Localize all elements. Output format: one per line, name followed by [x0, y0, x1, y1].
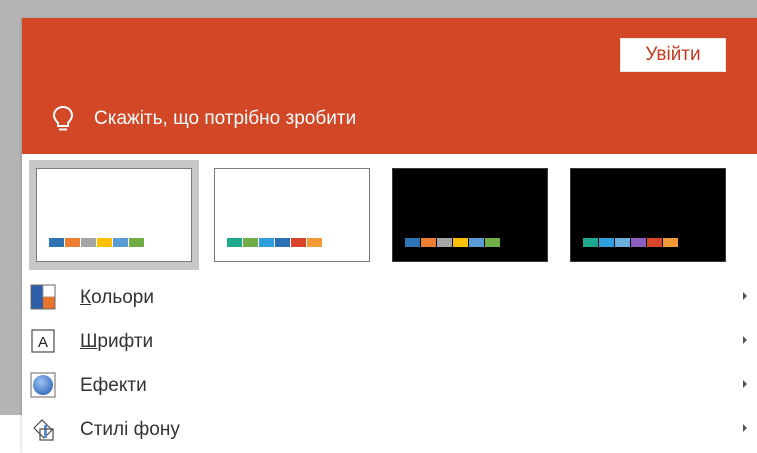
color-swatch	[485, 238, 500, 247]
theme-variant-1[interactable]	[29, 160, 199, 270]
theme-variants-gallery	[22, 154, 757, 274]
tell-me-search[interactable]: Скажіть, що потрібно зробити	[52, 104, 356, 134]
menu-item-label: Ефекти	[80, 375, 147, 396]
color-swatch	[583, 238, 598, 247]
submenu-arrow-icon	[743, 336, 747, 344]
menu-item-fonts[interactable]: A Шрифти	[22, 320, 757, 364]
theme-variant-3[interactable]	[385, 160, 555, 270]
submenu-arrow-icon	[743, 292, 747, 300]
color-swatches	[583, 238, 679, 247]
color-swatch	[227, 238, 242, 247]
menu-item-background-styles[interactable]: Стилі фону	[22, 408, 757, 452]
menu-item-label: Кольори	[80, 287, 154, 309]
color-swatch	[421, 238, 436, 247]
menu-item-colors[interactable]: Кольори	[22, 276, 757, 320]
backdrop-left	[0, 0, 22, 415]
color-swatch	[405, 238, 420, 247]
theme-thumbnail	[214, 168, 370, 262]
color-swatches	[405, 238, 501, 247]
color-swatch	[631, 238, 646, 247]
effects-icon	[30, 372, 56, 398]
color-swatches	[227, 238, 323, 247]
color-swatch	[437, 238, 452, 247]
ribbon-header: Увійти Скажіть, що потрібно зробити	[22, 18, 757, 154]
theme-variant-2[interactable]	[207, 160, 377, 270]
access-key: К	[80, 287, 92, 308]
design-dropdown-panel: Увійти Скажіть, що потрібно зробити Коль…	[22, 18, 757, 453]
backdrop-top	[0, 0, 757, 18]
color-swatch	[129, 238, 144, 247]
lightbulb-icon	[52, 105, 74, 131]
submenu-arrow-icon	[743, 380, 747, 388]
color-swatch	[307, 238, 322, 247]
colors-icon	[30, 284, 56, 310]
color-swatch	[615, 238, 630, 247]
fonts-icon: A	[31, 329, 55, 353]
theme-thumbnail	[392, 168, 548, 262]
color-swatch	[49, 238, 64, 247]
menu-item-effects[interactable]: Ефекти	[22, 364, 757, 408]
svg-text:A: A	[38, 334, 48, 351]
background-styles-icon	[33, 419, 54, 441]
color-swatch	[97, 238, 112, 247]
access-key: Ш	[80, 331, 98, 352]
color-swatch	[81, 238, 96, 247]
color-swatch	[291, 238, 306, 247]
menu-item-label: Стилі фону	[80, 419, 180, 440]
color-swatch	[113, 238, 128, 247]
color-swatch	[599, 238, 614, 247]
color-swatch	[647, 238, 662, 247]
color-swatch	[453, 238, 468, 247]
color-swatch	[65, 238, 80, 247]
label-rest: ольори	[91, 287, 154, 308]
menu-item-label: Шрифти	[80, 331, 153, 353]
design-menu: Кольори A Шрифти Ефекти Стилі фону	[22, 276, 757, 452]
color-swatch	[259, 238, 274, 247]
submenu-arrow-icon	[743, 424, 747, 432]
label-rest: рифти	[97, 331, 154, 352]
theme-variant-4[interactable]	[563, 160, 733, 270]
color-swatch	[243, 238, 258, 247]
color-swatch	[469, 238, 484, 247]
color-swatches	[49, 238, 145, 247]
theme-thumbnail	[570, 168, 726, 262]
theme-thumbnail	[36, 168, 192, 262]
color-swatch	[663, 238, 678, 247]
sign-in-button[interactable]: Увійти	[620, 38, 726, 72]
color-swatch	[275, 238, 290, 247]
tell-me-text: Скажіть, що потрібно зробити	[94, 108, 357, 129]
